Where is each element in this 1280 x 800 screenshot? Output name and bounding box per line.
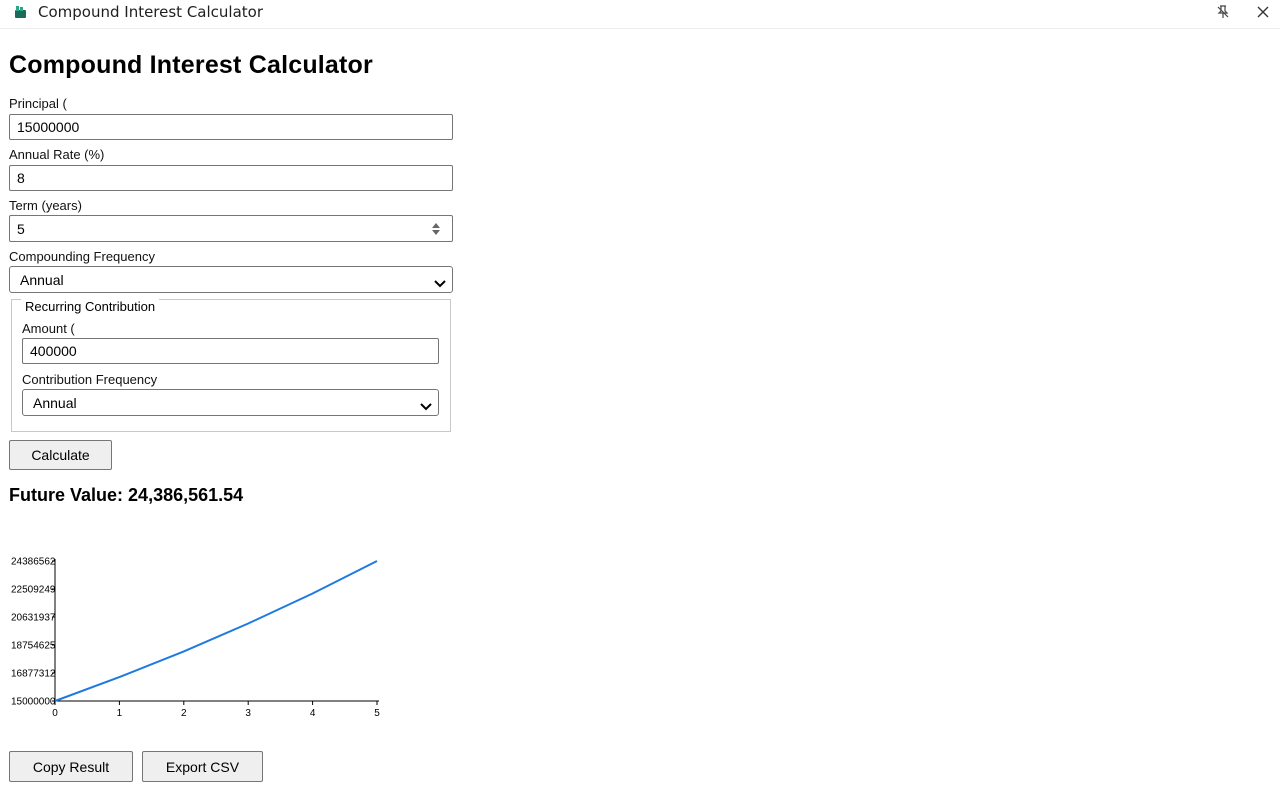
page-title: Compound Interest Calculator bbox=[9, 51, 373, 79]
compounding-selected: Annual bbox=[20, 271, 64, 288]
unpin-icon bbox=[1217, 5, 1229, 18]
export-csv-button[interactable]: Export CSV bbox=[142, 751, 263, 782]
y-tick-label: 20631937 bbox=[11, 613, 56, 624]
compounding-label: Compounding Frequency bbox=[9, 249, 155, 264]
copy-result-button[interactable]: Copy Result bbox=[9, 751, 133, 782]
y-tick-label: 16877312 bbox=[11, 669, 56, 680]
x-tick-label: 2 bbox=[181, 708, 187, 719]
y-tick-label: 18754625 bbox=[11, 641, 56, 652]
compounding-select[interactable]: Annual bbox=[9, 266, 453, 293]
future-value-result: Future Value: 24,386,561.54 bbox=[9, 485, 243, 506]
close-icon bbox=[1257, 6, 1269, 18]
contribution-amount-input[interactable]: 400000 bbox=[22, 338, 439, 364]
x-tick-label: 3 bbox=[245, 708, 251, 719]
calculate-button[interactable]: Calculate bbox=[9, 440, 112, 470]
future-value-amount: 24,386,561.54 bbox=[128, 485, 244, 505]
growth-chart: 15000000 16877312 18754625 20631937 22509249… bbox=[11, 557, 380, 720]
rate-label: Annual Rate (%) bbox=[9, 147, 105, 162]
window-titlebar: Compound Interest Calculator bbox=[0, 0, 1280, 29]
term-stepper[interactable]: 5 bbox=[9, 215, 453, 242]
contribution-frequency-selected: Annual bbox=[33, 394, 77, 411]
rate-input[interactable]: 8 bbox=[9, 165, 453, 191]
calculator-content: Compound Interest Calculator Principal (… bbox=[0, 29, 1280, 800]
y-tick-label: 22509249 bbox=[11, 585, 56, 596]
principal-input[interactable]: 15000000 bbox=[9, 114, 453, 140]
principal-label: Principal ( bbox=[9, 96, 67, 111]
chevron-down-icon bbox=[420, 398, 432, 414]
future-value-prefix: Future Value: bbox=[9, 485, 124, 505]
x-tick-label: 4 bbox=[310, 708, 316, 719]
x-tick-label: 0 bbox=[52, 708, 58, 719]
amount-label: Amount ( bbox=[22, 321, 75, 336]
recurring-legend: Recurring Contribution bbox=[21, 299, 160, 314]
calculator-app-icon bbox=[12, 4, 28, 20]
future-value-line bbox=[54, 560, 378, 702]
y-tick-label: 24386562 bbox=[11, 557, 56, 568]
spinner-arrows-icon[interactable] bbox=[430, 221, 442, 240]
unpin-button[interactable] bbox=[1208, 0, 1238, 24]
contribution-frequency-label: Contribution Frequency bbox=[22, 372, 158, 387]
x-tick-label: 1 bbox=[117, 708, 123, 719]
contribution-frequency-select[interactable]: Annual bbox=[22, 389, 439, 416]
term-value: 5 bbox=[17, 220, 25, 237]
x-tick-label: 5 bbox=[374, 708, 380, 719]
close-button[interactable] bbox=[1248, 0, 1278, 24]
chevron-down-icon bbox=[434, 275, 446, 291]
y-tick-label: 15000000 bbox=[11, 697, 56, 708]
window-title: Compound Interest Calculator bbox=[38, 3, 264, 21]
term-label: Term (years) bbox=[9, 198, 82, 213]
